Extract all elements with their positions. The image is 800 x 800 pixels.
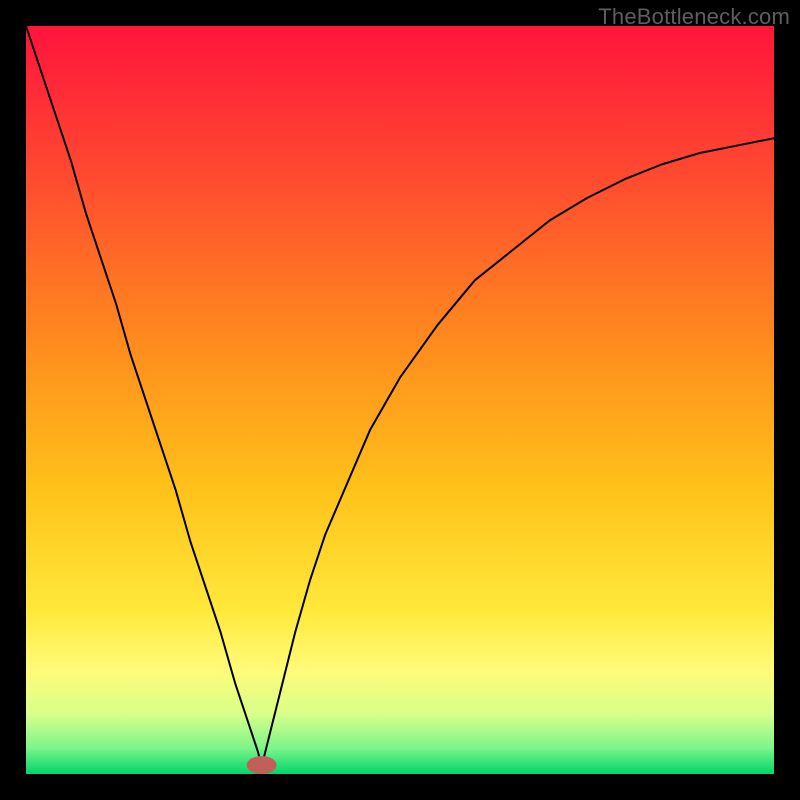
bottleneck-chart [26,26,774,774]
optimum-marker [247,756,277,774]
gradient-background [26,26,774,774]
plot-area [26,26,774,774]
watermark-text: TheBottleneck.com [598,4,790,30]
chart-frame: TheBottleneck.com [0,0,800,800]
